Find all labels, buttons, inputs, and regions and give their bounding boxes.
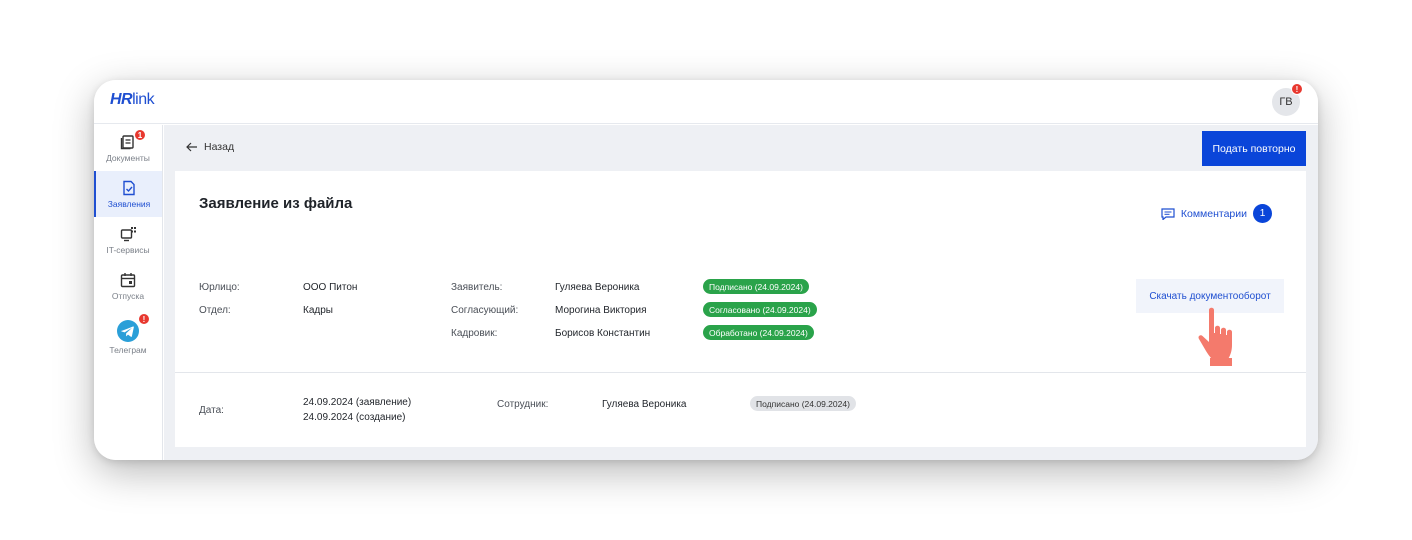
- date-created: 24.09.2024 (создание): [303, 412, 406, 423]
- sidebar-item-vacations[interactable]: Отпуска: [94, 263, 162, 309]
- legal-entity-value: ООО Питон: [303, 282, 358, 293]
- sidebar-item-label: Телеграм: [109, 344, 147, 355]
- comments-label: Комментарии: [1180, 207, 1247, 220]
- hr-status-badge: Обработано (24.09.2024): [703, 325, 814, 340]
- approver-value: Морогина Виктория: [555, 305, 647, 316]
- sidebar-item-label: IT-сервисы: [106, 244, 150, 255]
- comments-button[interactable]: Комментарии 1: [1161, 204, 1272, 223]
- date-application: 24.09.2024 (заявление): [303, 397, 412, 408]
- sidebar-item-label: Документы: [106, 152, 150, 163]
- back-link[interactable]: Назад: [186, 141, 234, 153]
- employee-value: Гуляева Вероника: [602, 399, 687, 410]
- pointer-hand-icon: [1198, 307, 1232, 366]
- sidebar-item-it-services[interactable]: IT-сервисы: [94, 217, 162, 263]
- employee-status-badge: Подписано (24.09.2024): [750, 396, 856, 411]
- approver-status-badge: Согласовано (24.09.2024): [703, 302, 817, 317]
- legal-entity-label: Юрлицо:: [199, 282, 240, 293]
- resubmit-button[interactable]: Подать повторно: [1202, 131, 1306, 166]
- applicant-value: Гуляева Вероника: [555, 282, 640, 293]
- sidebar-item-documents[interactable]: 1 Документы: [94, 125, 162, 171]
- approver-label: Согласующий:: [451, 305, 519, 316]
- comment-icon: [1161, 207, 1175, 220]
- user-avatar[interactable]: ГВ !: [1272, 83, 1303, 116]
- application-icon: [123, 180, 135, 195]
- it-services-icon: [120, 226, 136, 241]
- hrlink-logo[interactable]: HRlink: [110, 91, 155, 109]
- hr-label: Кадровик:: [451, 328, 498, 339]
- divider: [175, 372, 1306, 373]
- department-label: Отдел:: [199, 305, 231, 316]
- back-label: Назад: [204, 141, 235, 153]
- applicant-label: Заявитель:: [451, 282, 503, 293]
- sidebar-item-telegram[interactable]: ! Телеграм: [94, 309, 162, 365]
- calendar-icon: [120, 272, 136, 287]
- sidebar-item-label: Отпуска: [111, 290, 145, 301]
- documents-badge: 1: [134, 129, 146, 141]
- top-bar: HRlink ГВ !: [94, 80, 1318, 124]
- avatar-alert-badge: !: [1291, 83, 1303, 95]
- application-card: Заявление из файла Комментарии 1 Юрлицо:…: [175, 171, 1306, 447]
- applicant-status-badge: Подписано (24.09.2024): [703, 279, 809, 294]
- comments-count-badge: 1: [1253, 204, 1272, 223]
- arrow-left-icon: [186, 142, 197, 152]
- sidebar-item-label: Заявления: [107, 198, 151, 209]
- date-label: Дата:: [199, 405, 224, 416]
- telegram-badge: !: [138, 313, 150, 325]
- app-window: HRlink ГВ ! 1 Документы Заявления IT-сер…: [94, 80, 1318, 460]
- telegram-icon: [117, 319, 139, 342]
- sidebar-item-applications[interactable]: Заявления: [94, 171, 162, 217]
- page-title: Заявление из файла: [199, 195, 353, 212]
- department-value: Кадры: [303, 305, 333, 316]
- employee-label: Сотрудник:: [497, 399, 549, 410]
- main-content: Назад Подать повторно Заявление из файла…: [164, 125, 1318, 460]
- avatar-initials: ГВ: [1279, 96, 1293, 108]
- sidebar: 1 Документы Заявления IT-сервисы Отпуска…: [94, 125, 163, 460]
- hr-value: Борисов Константин: [555, 328, 651, 339]
